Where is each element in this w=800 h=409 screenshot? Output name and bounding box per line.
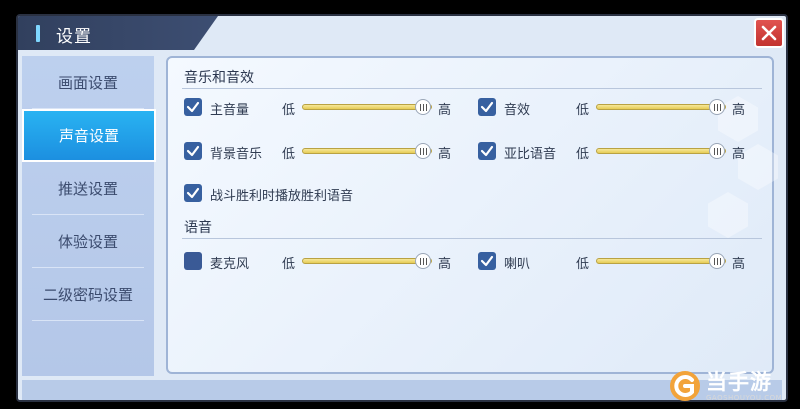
grip-icon xyxy=(419,147,427,155)
background-music-checkbox[interactable] xyxy=(184,142,202,160)
music-section-title: 音乐和音效 xyxy=(184,70,254,86)
slider-handle[interactable] xyxy=(415,143,431,159)
sidebar-item-display[interactable]: 画面设置 xyxy=(22,56,154,109)
grip-icon xyxy=(713,147,721,155)
slider-handle[interactable] xyxy=(709,143,725,159)
sidebar-item-label: 推送设置 xyxy=(57,180,118,198)
sidebar-item-label: 画面设置 xyxy=(57,74,118,92)
checkmark-icon xyxy=(480,145,494,157)
checkmark-icon xyxy=(186,145,200,157)
master-volume-label: 主音量 xyxy=(210,103,250,118)
close-icon xyxy=(761,25,777,41)
close-button[interactable] xyxy=(754,18,784,48)
checkmark-icon xyxy=(186,187,200,199)
slider-high-label: 高 xyxy=(438,103,452,118)
slider-high-label: 高 xyxy=(732,103,746,118)
pet-voice-checkbox[interactable] xyxy=(478,142,496,160)
microphone-label: 麦克风 xyxy=(210,257,250,272)
pet-voice-slider[interactable] xyxy=(596,143,726,159)
checkmark-icon xyxy=(480,255,494,267)
slider-handle[interactable] xyxy=(415,99,431,115)
sidebar-item-sound[interactable]: 声音设置 xyxy=(22,109,156,162)
window-title: 设置 xyxy=(56,27,92,47)
grip-icon xyxy=(419,103,427,111)
sidebar-item-label: 声音设置 xyxy=(58,127,119,145)
slider-high-label: 高 xyxy=(438,257,452,272)
master-volume-checkbox[interactable] xyxy=(184,98,202,116)
slider-low-label: 低 xyxy=(282,147,296,162)
speaker-checkbox[interactable] xyxy=(478,252,496,270)
title-mark xyxy=(36,25,40,42)
sound-effects-label: 音效 xyxy=(504,103,531,118)
slider-handle[interactable] xyxy=(709,99,725,115)
victory-voice-checkbox[interactable] xyxy=(184,184,202,202)
sound-effects-slider[interactable] xyxy=(596,99,726,115)
voice-section-title: 语音 xyxy=(184,220,212,236)
microphone-checkbox[interactable] xyxy=(184,252,202,270)
speaker-label: 喇叭 xyxy=(504,257,531,272)
slider-low-label: 低 xyxy=(282,257,296,272)
sidebar-item-label: 二级密码设置 xyxy=(42,286,133,304)
watermark-logo-icon xyxy=(670,370,700,401)
slider-low-label: 低 xyxy=(576,103,590,118)
sidebar-item-label: 体验设置 xyxy=(57,233,118,251)
sidebar-item-push[interactable]: 推送设置 xyxy=(22,162,154,215)
settings-sidebar: 画面设置 声音设置 推送设置 体验设置 二级密码设置 xyxy=(22,56,156,376)
speaker-slider[interactable] xyxy=(596,253,726,269)
grip-icon xyxy=(419,257,427,265)
sidebar-item-secondary-password[interactable]: 二级密码设置 xyxy=(22,268,154,321)
watermark-text: 当手游 xyxy=(706,369,772,394)
grip-icon xyxy=(713,257,721,265)
settings-window: 设置 画面设置 声音设置 推送设置 体验设置 二级密码设置 音乐和音效 主音量 xyxy=(16,14,788,402)
background-music-label: 背景音乐 xyxy=(210,147,263,162)
watermark-url: GAOSHOUYOU.COM xyxy=(706,393,783,402)
checkmark-icon xyxy=(186,101,200,113)
slider-handle[interactable] xyxy=(709,253,725,269)
pet-voice-label: 亚比语音 xyxy=(504,147,557,162)
master-volume-slider[interactable] xyxy=(302,99,432,115)
section-divider xyxy=(182,88,762,89)
sound-effects-checkbox[interactable] xyxy=(478,98,496,116)
victory-voice-label: 战斗胜利时播放胜利语音 xyxy=(210,189,354,204)
checkmark-icon xyxy=(480,101,494,113)
slider-low-label: 低 xyxy=(576,257,590,272)
slider-high-label: 高 xyxy=(732,257,746,272)
slider-high-label: 高 xyxy=(438,147,452,162)
background-music-slider[interactable] xyxy=(302,143,432,159)
title-bar xyxy=(18,16,218,50)
slider-low-label: 低 xyxy=(576,147,590,162)
section-divider xyxy=(182,238,762,239)
sidebar-item-experience[interactable]: 体验设置 xyxy=(22,215,154,268)
slider-handle[interactable] xyxy=(415,253,431,269)
slider-high-label: 高 xyxy=(732,147,746,162)
slider-low-label: 低 xyxy=(282,103,296,118)
site-watermark: 当手游 GAOSHOUYOU.COM xyxy=(664,362,800,409)
grip-icon xyxy=(713,103,721,111)
microphone-slider[interactable] xyxy=(302,253,432,269)
